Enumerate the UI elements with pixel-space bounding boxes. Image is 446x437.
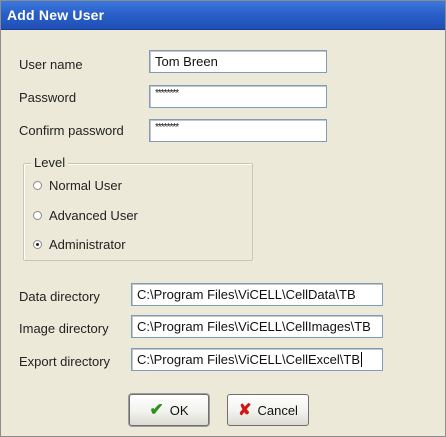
- level-legend: Level: [31, 155, 69, 170]
- radio-administrator[interactable]: Administrator: [33, 237, 126, 252]
- image-directory-label: Image directory: [19, 321, 109, 336]
- radio-selected-icon: [33, 240, 42, 249]
- ok-button[interactable]: ✔ OK: [129, 394, 209, 426]
- radio-normal-user[interactable]: Normal User: [33, 178, 122, 193]
- checkmark-icon: ✔: [149, 400, 164, 419]
- radio-unselected-icon: [33, 211, 42, 220]
- confirm-password-field[interactable]: ********: [149, 119, 327, 142]
- data-directory-field[interactable]: C:\Program Files\ViCELL\CellData\TB: [131, 283, 383, 306]
- radio-normal-user-label: Normal User: [49, 178, 122, 193]
- window-title: Add New User: [7, 7, 105, 23]
- ok-button-label: OK: [169, 402, 189, 418]
- data-directory-label: Data directory: [19, 289, 100, 304]
- export-directory-value: C:\Program Files\ViCELL\CellExcel\TB: [137, 352, 360, 367]
- add-new-user-dialog: Add New User User name Tom Breen Passwor…: [0, 0, 446, 437]
- username-field[interactable]: Tom Breen: [149, 50, 327, 73]
- username-label: User name: [19, 57, 83, 72]
- radio-unselected-icon: [33, 181, 42, 190]
- radio-advanced-user-label: Advanced User: [49, 208, 138, 223]
- radio-administrator-label: Administrator: [49, 237, 126, 252]
- password-label: Password: [19, 90, 77, 105]
- confirm-password-label: Confirm password: [19, 123, 124, 138]
- password-field[interactable]: ********: [149, 85, 327, 108]
- text-caret: [361, 352, 362, 367]
- x-icon: ✘: [238, 402, 252, 419]
- image-directory-field[interactable]: C:\Program Files\ViCELL\CellImages\TB: [131, 315, 383, 338]
- cancel-button-label: Cancel: [257, 402, 298, 418]
- title-bar[interactable]: Add New User: [1, 1, 445, 30]
- cancel-button[interactable]: ✘ Cancel: [227, 394, 309, 426]
- export-directory-field[interactable]: C:\Program Files\ViCELL\CellExcel\TB: [131, 348, 383, 371]
- radio-advanced-user[interactable]: Advanced User: [33, 208, 138, 223]
- export-directory-label: Export directory: [19, 354, 111, 369]
